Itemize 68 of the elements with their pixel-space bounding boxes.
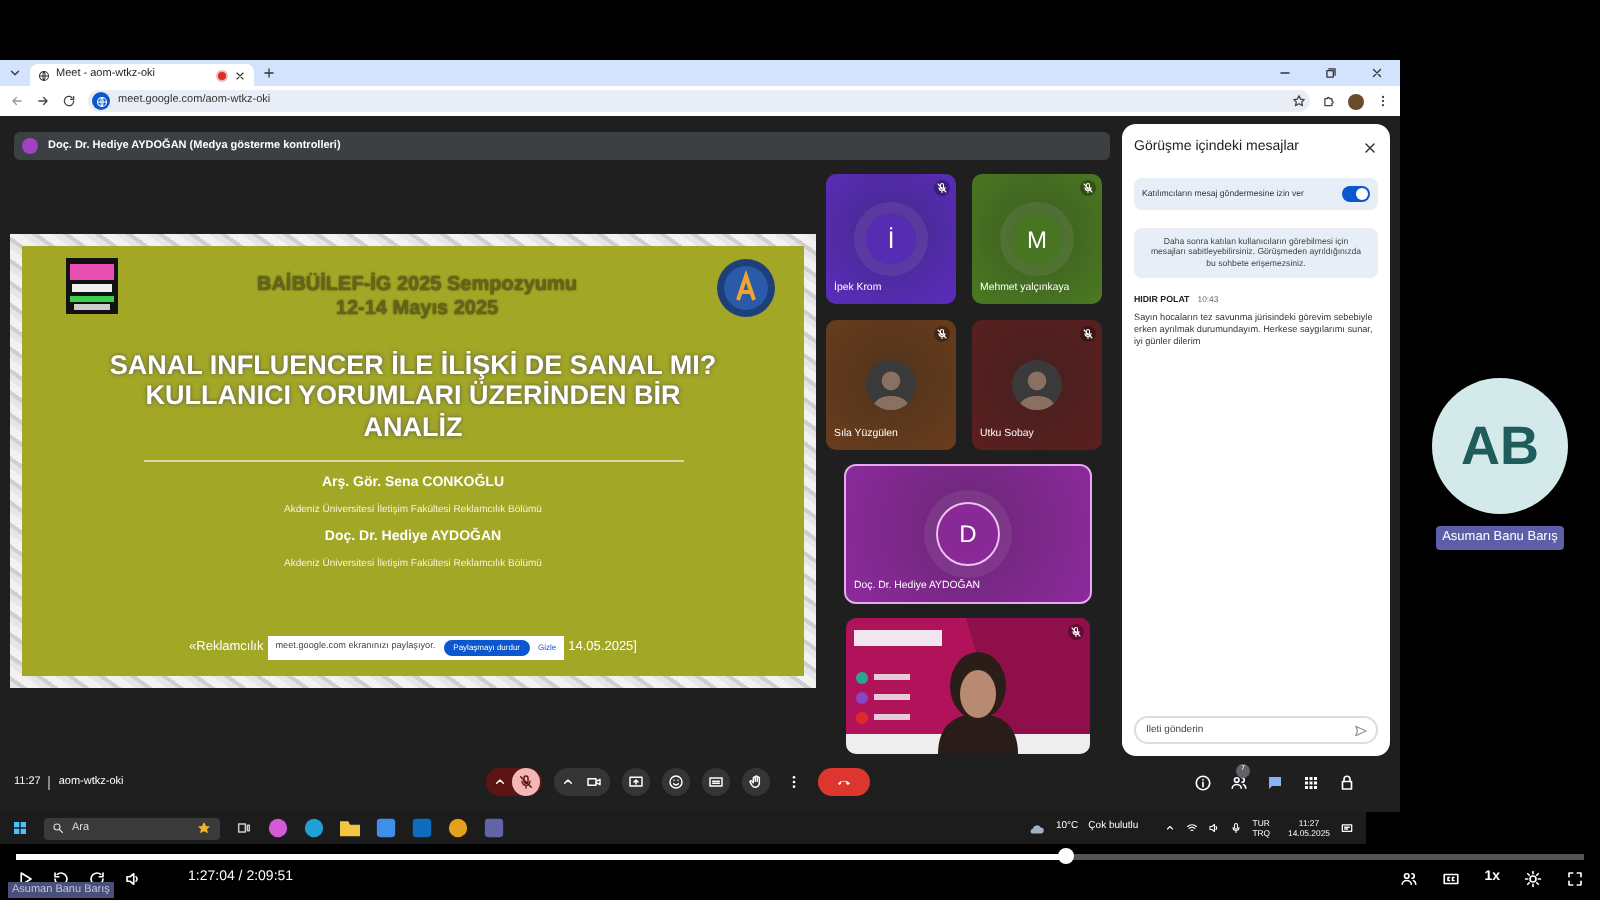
microphone-icon[interactable] (1230, 822, 1243, 834)
tab-list-icon[interactable] (8, 66, 22, 80)
avatar: M (1012, 214, 1062, 264)
logo-drawing (66, 257, 118, 313)
captions-icon (708, 774, 724, 790)
activities-icon[interactable] (1302, 773, 1320, 791)
emoji-icon (668, 774, 684, 790)
participants-icon[interactable] (1400, 869, 1419, 887)
microphone-button[interactable] (512, 768, 540, 796)
volume-icon[interactable] (124, 869, 142, 887)
emoji-button[interactable] (662, 768, 690, 796)
captions-icon[interactable] (1442, 869, 1461, 887)
present-button[interactable] (622, 768, 650, 796)
avatar: D (936, 502, 1000, 566)
close-icon[interactable] (234, 69, 246, 81)
present-icon (628, 774, 644, 790)
avatar (22, 138, 38, 154)
volume-icon[interactable] (1208, 822, 1221, 834)
raise-hand-button[interactable] (742, 768, 770, 796)
task-view-icon[interactable] (236, 820, 252, 836)
avatar: İ (866, 214, 916, 264)
send-icon[interactable] (1354, 723, 1368, 737)
microphone-icon (518, 774, 534, 790)
avatar (1012, 360, 1062, 410)
wifi-icon[interactable] (1186, 822, 1199, 834)
avatar (866, 360, 916, 410)
settings-icon[interactable] (1524, 869, 1542, 887)
close-icon[interactable] (1370, 66, 1384, 80)
toggle-switch[interactable] (1342, 185, 1370, 201)
leave-call-button[interactable] (818, 768, 870, 796)
restore-icon[interactable] (1324, 66, 1338, 80)
extensions-icon[interactable] (1322, 94, 1336, 108)
tray-expand-icon[interactable] (1164, 822, 1177, 834)
slide-heading: BAİBÜİLEF-İG 2025 Sempozyumu (256, 273, 578, 297)
slide-title: SANAL INFLUENCER İLE İLİŞKİ DE SANAL MI? KULLANICI YORUMLARI ÜZERİNDEN BİR ANALİZ (109, 349, 717, 442)
minimize-icon[interactable] (1278, 66, 1292, 80)
slide-heading: 12-14 Mayıs 2025 (335, 297, 499, 321)
notifications-icon[interactable] (1340, 821, 1354, 835)
folder-icon[interactable] (340, 818, 360, 838)
progress-track[interactable] (16, 853, 1584, 859)
progress-thumb[interactable] (1058, 848, 1075, 864)
start-icon[interactable] (12, 820, 28, 836)
profile-avatar[interactable] (1348, 93, 1364, 109)
caret-icon (560, 774, 576, 790)
lock-icon[interactable] (1338, 773, 1356, 791)
info-icon[interactable] (1194, 773, 1212, 791)
caret-icon (492, 774, 508, 790)
new-tab-icon[interactable] (262, 66, 276, 80)
menu-icon[interactable] (1376, 94, 1390, 108)
bookmark-star-icon[interactable] (1292, 94, 1306, 108)
avatar: AB (1432, 378, 1568, 514)
captions-button[interactable] (702, 768, 730, 796)
camera-icon (586, 774, 602, 790)
site-info-icon[interactable] (92, 92, 110, 110)
play-icon[interactable] (16, 869, 34, 887)
emblem-drawing (716, 257, 776, 317)
globe-icon (95, 95, 107, 107)
raise-hand-icon (748, 774, 764, 790)
forward-icon[interactable] (36, 94, 50, 108)
reload-icon[interactable] (62, 94, 76, 108)
search-icon (52, 822, 64, 834)
back-icon[interactable] (10, 94, 24, 108)
weather-icon[interactable] (1028, 819, 1046, 837)
fullscreen-icon[interactable] (1566, 869, 1584, 887)
people-icon[interactable] (1230, 773, 1248, 791)
globe-icon (38, 69, 50, 81)
close-icon[interactable] (1362, 140, 1378, 157)
chat-icon[interactable] (1266, 773, 1284, 791)
